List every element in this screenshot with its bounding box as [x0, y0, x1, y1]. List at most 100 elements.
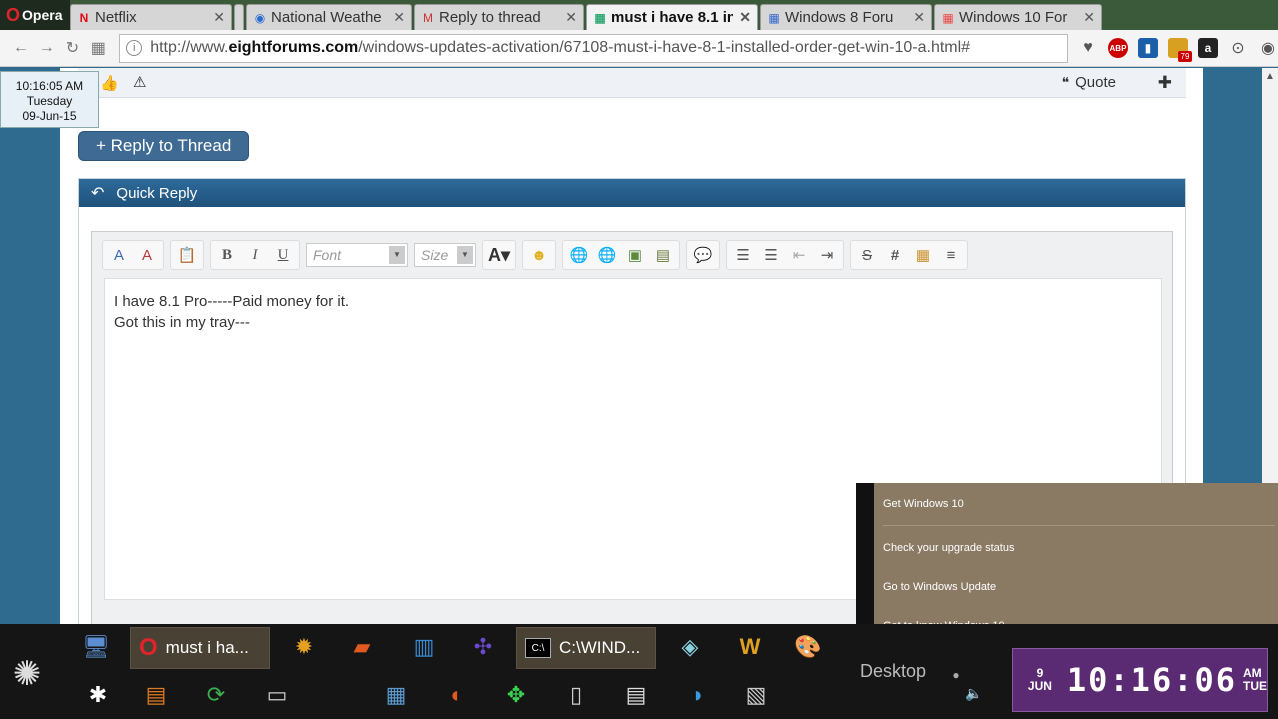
- tab-national-weather[interactable]: ◉ National Weathe ✕: [246, 4, 412, 30]
- tab-label: National Weathe: [271, 9, 382, 26]
- speed-dial-icon[interactable]: ▦: [85, 38, 111, 58]
- window-icon[interactable]: ▭: [261, 680, 293, 710]
- taskbar-task-opera[interactable]: O must i ha...: [130, 627, 270, 669]
- paint-icon[interactable]: 🎨: [792, 632, 824, 662]
- outdent-icon[interactable]: ⇤: [787, 243, 811, 267]
- download-icon[interactable]: ⊙: [1228, 38, 1248, 58]
- tab-must-i-have-8-1[interactable]: ▦ must i have 8.1 in ✕: [586, 4, 758, 30]
- desktop-button[interactable]: Desktop: [860, 661, 926, 682]
- back-icon[interactable]: ←: [8, 39, 34, 57]
- horizontal-rule-icon[interactable]: ≡: [939, 243, 963, 267]
- sync-icon[interactable]: ⟳: [200, 680, 232, 710]
- notebook-icon[interactable]: ◈: [674, 632, 706, 662]
- globe-icon[interactable]: ◑: [680, 680, 712, 710]
- start-spider-icon[interactable]: ✺: [6, 654, 48, 694]
- tab-unnamed[interactable]: [234, 4, 244, 30]
- tab-reply-to-thread[interactable]: M Reply to thread ✕: [414, 4, 584, 30]
- hashtag-icon[interactable]: #: [883, 243, 907, 267]
- menu-separator: [883, 525, 1275, 526]
- quick-reply-header[interactable]: ↶ Quick Reply: [79, 179, 1185, 207]
- menu-item-get-windows-10[interactable]: Get Windows 10: [883, 498, 964, 510]
- remove-formatting-icon[interactable]: A: [135, 243, 159, 267]
- clock-overlay: 10:16:05 AM Tuesday 09-Jun-15: [0, 71, 99, 128]
- code-icon[interactable]: ▦: [911, 243, 935, 267]
- screenshot-icon[interactable]: ▧: [740, 680, 772, 710]
- adblock-plus-icon[interactable]: ABP: [1107, 38, 1128, 58]
- word-icon[interactable]: W: [734, 632, 766, 662]
- paste-icon[interactable]: 📋: [175, 243, 199, 267]
- underline-icon[interactable]: U: [271, 243, 295, 267]
- switch-editor-mode-icon[interactable]: A: [107, 243, 131, 267]
- bold-icon[interactable]: B: [215, 243, 239, 267]
- indent-icon[interactable]: ⇥: [815, 243, 839, 267]
- chevron-down-icon: ▼: [389, 246, 405, 264]
- tab-label: must i have 8.1 in: [611, 9, 734, 26]
- reply-to-thread-button[interactable]: + Reply to Thread: [78, 131, 250, 161]
- drive-icon[interactable]: ▦: [380, 680, 412, 710]
- cursor-tool-icon[interactable]: ✱: [82, 680, 114, 710]
- scroll-up-icon[interactable]: ▲: [1262, 68, 1278, 82]
- multi-quote-icon[interactable]: ✚: [1158, 73, 1172, 93]
- office-icon[interactable]: ▤: [140, 680, 172, 710]
- close-icon[interactable]: ✕: [739, 9, 751, 26]
- taskbar-task-cmd[interactable]: C:\ C:\WIND...: [516, 627, 656, 669]
- font-select[interactable]: Font ▼: [306, 243, 408, 267]
- quote-label: Quote: [1075, 74, 1116, 91]
- computer-icon[interactable]: 🖥: [80, 632, 112, 662]
- forward-icon[interactable]: →: [34, 39, 60, 57]
- opera-menu-button[interactable]: O Opera: [0, 0, 70, 30]
- tab-windows-8-forums[interactable]: ▦ Windows 8 Foru ✕: [760, 4, 932, 30]
- mail-extension-icon[interactable]: 79: [1167, 38, 1192, 62]
- close-icon[interactable]: ✕: [1083, 9, 1095, 26]
- insert-video-icon[interactable]: ▤: [651, 243, 675, 267]
- insert-link-icon[interactable]: 🌐: [567, 243, 591, 267]
- thumbs-up-icon[interactable]: 👍: [100, 74, 119, 92]
- size-select[interactable]: Size ▼: [414, 243, 476, 267]
- taskbar-clock[interactable]: 9 JUN 10:16:06 AM TUE: [1012, 648, 1268, 712]
- close-icon[interactable]: ✕: [913, 9, 925, 26]
- strikethrough-icon[interactable]: S: [855, 243, 879, 267]
- smiley-icon[interactable]: ☻: [527, 243, 551, 267]
- clock-ampm: AM TUE: [1243, 667, 1267, 693]
- puzzle-icon[interactable]: ✥: [500, 680, 532, 710]
- volume-icon[interactable]: 🔈: [958, 678, 990, 708]
- document-icon[interactable]: ▯: [560, 680, 592, 710]
- message-line: I have 8.1 Pro-----Paid money for it.: [114, 293, 350, 310]
- remove-link-icon[interactable]: 🌐: [595, 243, 619, 267]
- warning-icon[interactable]: ⚠: [133, 73, 146, 91]
- wrap-quote-icon[interactable]: 💬: [691, 243, 715, 267]
- tab-netflix[interactable]: N Netflix ✕: [70, 4, 232, 30]
- close-icon[interactable]: ✕: [213, 9, 225, 26]
- menu-item-check-upgrade-status[interactable]: Check your upgrade status: [883, 542, 1014, 554]
- clock-date: 9 JUN: [1013, 667, 1067, 693]
- tab-label: Windows 8 Foru: [785, 9, 894, 26]
- reload-icon[interactable]: ↻: [60, 38, 86, 58]
- ccleaner-icon[interactable]: ◐: [441, 680, 473, 710]
- heart-icon[interactable]: ♥: [1078, 38, 1098, 58]
- italic-icon[interactable]: I: [243, 243, 267, 267]
- menu-item-go-to-windows-update[interactable]: Go to Windows Update: [883, 581, 996, 593]
- clock-month: JUN: [1027, 679, 1052, 693]
- url-field[interactable]: i http://www. eightforums.com/windows-upd…: [119, 33, 1068, 63]
- network-icon[interactable]: ✣: [467, 632, 499, 662]
- insert-image-icon[interactable]: ▣: [623, 243, 647, 267]
- ordered-list-icon[interactable]: ☰: [731, 243, 755, 267]
- quote-button[interactable]: ❝ Quote: [1062, 74, 1116, 91]
- bookmark-extension-icon[interactable]: ▮: [1137, 38, 1158, 58]
- amazon-icon[interactable]: a: [1197, 38, 1218, 58]
- close-icon[interactable]: ✕: [565, 9, 577, 26]
- text-color-icon[interactable]: A▾: [487, 243, 511, 267]
- books-icon[interactable]: ▥: [408, 632, 440, 662]
- report-icon[interactable]: ▤: [620, 680, 652, 710]
- account-icon[interactable]: ◉: [1258, 38, 1278, 58]
- windows8-forums-icon: ▦: [768, 10, 780, 25]
- tab-windows-10-forums[interactable]: ▦ Windows 10 For ✕: [934, 4, 1102, 30]
- site-info-icon[interactable]: i: [126, 40, 143, 56]
- chevron-down-icon: ▼: [457, 246, 473, 264]
- pictures-icon[interactable]: ▰: [346, 632, 378, 662]
- unordered-list-icon[interactable]: ☰: [759, 243, 783, 267]
- toolbar-group-insert: 🌐 🌐 ▣ ▤: [562, 240, 680, 270]
- close-icon[interactable]: ✕: [393, 9, 405, 26]
- editor-toolbar: A A 📋 B I U Font ▼ Size ▼ A▾ ☻ 🌐 🌐 ▣ ▤ 💬…: [92, 232, 1172, 278]
- app-icon-ball[interactable]: ✹: [288, 632, 320, 662]
